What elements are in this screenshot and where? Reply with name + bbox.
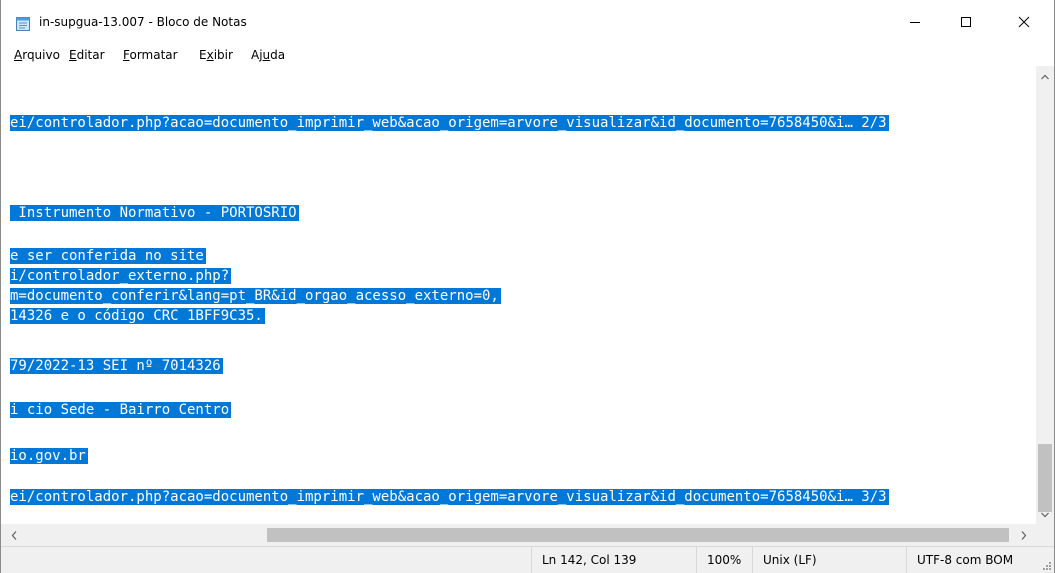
horizontal-scroll-thumb[interactable]: [267, 528, 1009, 542]
selected-text: io.gov.br: [10, 448, 88, 464]
text-line: ei/controlador.php?acao=documento_imprim…: [10, 487, 889, 507]
window-title: in-supgua-13.007 - Bloco de Notas: [39, 15, 247, 29]
text-line: m=documento_conferir&lang=pt_BR&id_orgao…: [10, 286, 501, 306]
menu-editar[interactable]: Editar: [69, 48, 105, 62]
maximize-icon: [961, 17, 971, 27]
status-cursor-position: Ln 142, Col 139: [531, 547, 696, 573]
close-icon: [1018, 16, 1030, 28]
maximize-button[interactable]: [943, 0, 989, 44]
menu-formatar[interactable]: Formatar: [123, 48, 178, 62]
status-line-ending: Unix (LF): [752, 547, 906, 573]
selected-text: i cio Sede - Bairro Centro: [10, 402, 232, 418]
text-line: e ser conferida no site: [10, 246, 206, 266]
text-line: io.gov.br: [10, 446, 88, 466]
selected-text: 79/2022-13 SEI nº 7014326: [10, 358, 223, 374]
vertical-scrollbar[interactable]: [1036, 66, 1054, 524]
minimize-button[interactable]: [892, 0, 938, 44]
minimize-icon: [910, 22, 920, 23]
text-line: i/controlador_externo.php?: [10, 266, 232, 286]
selected-text: i/controlador_externo.php?: [10, 268, 232, 284]
text-line: ei/controlador.php?acao=documento_imprim…: [10, 113, 889, 133]
resize-grip-icon[interactable]: [1042, 561, 1052, 571]
menu-ajuda[interactable]: Ajuda: [251, 48, 285, 62]
scroll-up-arrow-icon[interactable]: [1036, 68, 1054, 86]
text-editor[interactable]: ei/controlador.php?acao=documento_imprim…: [1, 66, 1036, 524]
status-bar: Ln 142, Col 139 100% Unix (LF) UTF-8 com…: [1, 546, 1054, 573]
notepad-window: in-supgua-13.007 - Bloco de Notas Arquiv…: [0, 0, 1055, 573]
text-line: 14326 e o código CRC 1BFF9C35.: [10, 306, 265, 326]
scroll-right-arrow-icon[interactable]: [1015, 524, 1033, 546]
notepad-app-icon[interactable]: [15, 16, 31, 32]
selected-text: 14326 e o código CRC 1BFF9C35.: [10, 308, 265, 324]
text-line: i cio Sede - Bairro Centro: [10, 400, 232, 420]
vertical-scroll-thumb[interactable]: [1038, 444, 1052, 512]
status-zoom: 100%: [696, 547, 752, 573]
selected-text: e ser conferida no site: [10, 248, 206, 264]
scrollbar-corner: [1036, 524, 1054, 546]
text-line: Instrumento Normativo - PORTOSRIO: [10, 203, 299, 223]
title-bar[interactable]: in-supgua-13.007 - Bloco de Notas: [1, 0, 1054, 44]
text-line: 79/2022-13 SEI nº 7014326: [10, 356, 223, 376]
selected-text: ei/controlador.php?acao=documento_imprim…: [10, 489, 889, 505]
menu-bar: Arquivo Editar Formatar Exibir Ajuda: [1, 44, 1054, 67]
selected-text: Instrumento Normativo - PORTOSRIO: [10, 205, 299, 221]
selected-text: m=documento_conferir&lang=pt_BR&id_orgao…: [10, 288, 501, 304]
scroll-down-arrow-icon[interactable]: [1036, 506, 1054, 524]
horizontal-scrollbar[interactable]: [1, 524, 1036, 546]
scroll-left-arrow-icon[interactable]: [5, 524, 23, 546]
close-button[interactable]: [1001, 0, 1047, 44]
menu-arquivo[interactable]: Arquivo: [14, 48, 60, 62]
status-encoding: UTF-8 com BOM: [906, 547, 1054, 573]
menu-exibir[interactable]: Exibir: [199, 48, 233, 62]
selected-text: ei/controlador.php?acao=documento_imprim…: [10, 115, 889, 131]
